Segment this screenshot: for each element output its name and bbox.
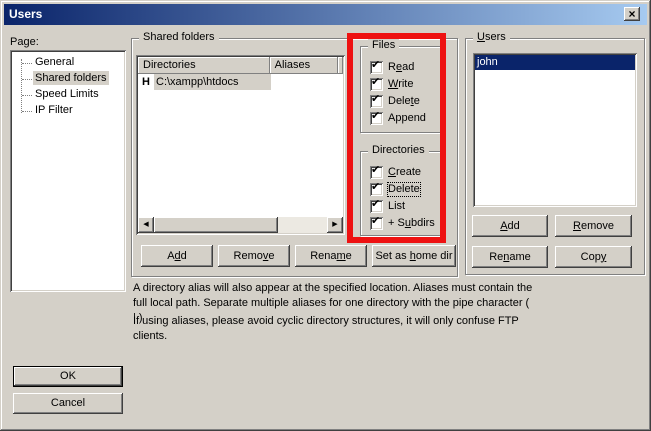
close-icon: ×	[628, 7, 635, 21]
checkbox-label-list: List	[388, 200, 405, 213]
checkbox-row-create[interactable]: ✔ Create	[370, 165, 421, 179]
checkbox-list[interactable]: ✔	[370, 200, 383, 213]
sidebar-item-general[interactable]: General	[13, 55, 123, 71]
checkbox-row-append[interactable]: ✔ Append	[370, 111, 426, 125]
check-icon: ✔	[371, 59, 380, 72]
home-indicator: H	[138, 74, 154, 90]
close-button[interactable]: ×	[624, 7, 640, 21]
copy-user-button[interactable]: Copy	[555, 246, 632, 268]
sidebar-item-ip-filter[interactable]: IP Filter	[13, 103, 123, 119]
column-header-directories[interactable]: Directories	[138, 57, 270, 74]
remove-user-button[interactable]: Remove	[555, 215, 632, 237]
users-group-label: Users	[473, 31, 510, 44]
rename-user-button[interactable]: Rename	[472, 246, 548, 268]
user-row-john[interactable]: john	[475, 55, 635, 70]
shared-folders-group-label: Shared folders	[139, 31, 219, 44]
cyclic-info-text: If using aliases, please avoid cyclic di…	[133, 314, 533, 344]
scrollbar-thumb[interactable]	[154, 217, 278, 233]
checkbox-row-write[interactable]: ✔ Write	[370, 77, 413, 91]
checkbox-label-write: Write	[388, 78, 413, 91]
checkbox-delete-file[interactable]: ✔	[370, 95, 383, 108]
directories-group-label: Directories	[368, 144, 429, 157]
column-header-aliases[interactable]: Aliases	[270, 57, 338, 74]
checkbox-label-subdirs: + Subdirs	[388, 217, 435, 230]
tree-item-label: Speed Limits	[33, 87, 101, 101]
checkbox-delete-dir[interactable]: ✔	[370, 183, 383, 196]
checkbox-read[interactable]: ✔	[370, 61, 383, 74]
checkbox-row-subdirs[interactable]: ✔ + Subdirs	[370, 216, 435, 230]
checkbox-create[interactable]: ✔	[370, 166, 383, 179]
check-icon: ✔	[371, 181, 380, 194]
sidebar-item-speed-limits[interactable]: Speed Limits	[13, 87, 123, 103]
titlebar: Users ×	[4, 4, 647, 25]
checkbox-label-delete-file: Delete	[388, 95, 420, 108]
sidebar-item-shared-folders[interactable]: Shared folders	[13, 71, 123, 87]
scroll-right-button[interactable]: ▶	[327, 217, 343, 233]
page-label: Page:	[10, 36, 39, 48]
check-icon: ✔	[371, 198, 380, 211]
files-permissions-group: Files ✔ Read ✔ Write ✔ Delete ✔ Append	[360, 46, 445, 133]
horizontal-scrollbar[interactable]: ◀ ▶	[138, 217, 343, 233]
check-icon: ✔	[371, 215, 380, 228]
checkbox-label-append: Append	[388, 112, 426, 125]
users-dialog: Users × Page: General Shared folders Spe…	[0, 0, 651, 431]
page-tree[interactable]: General Shared folders Speed Limits IP F…	[10, 50, 126, 292]
files-group-label: Files	[368, 39, 399, 52]
check-icon: ✔	[371, 93, 380, 106]
list-header: Directories Aliases	[138, 57, 343, 74]
directories-permissions-group: Directories ✔ Create ✔ Delete ✔ List ✔ +…	[360, 151, 445, 236]
checkbox-write[interactable]: ✔	[370, 78, 383, 91]
tree-item-label: General	[33, 55, 76, 69]
check-icon: ✔	[371, 164, 380, 177]
window-title: Users	[9, 4, 42, 25]
scroll-right-icon: ▶	[332, 221, 337, 228]
checkbox-append[interactable]: ✔	[370, 112, 383, 125]
directory-path: C:\xampp\htdocs	[154, 74, 271, 90]
add-directory-button[interactable]: Add	[141, 245, 213, 267]
checkbox-label-delete-dir: Delete	[388, 183, 420, 196]
check-icon: ✔	[371, 76, 380, 89]
column-header-filler	[338, 57, 343, 74]
checkbox-row-delete-dir[interactable]: ✔ Delete	[370, 182, 420, 196]
tree-item-label: IP Filter	[33, 103, 75, 117]
users-listbox[interactable]: john	[473, 53, 637, 207]
rename-directory-button[interactable]: Rename	[295, 245, 367, 267]
checkbox-subdirs[interactable]: ✔	[370, 217, 383, 230]
remove-directory-button[interactable]: Remove	[218, 245, 290, 267]
scroll-left-button[interactable]: ◀	[138, 217, 154, 233]
set-as-home-dir-button[interactable]: Set as home dir	[372, 245, 456, 267]
tree-item-label-selected: Shared folders	[33, 71, 109, 85]
checkbox-row-list[interactable]: ✔ List	[370, 199, 405, 213]
add-user-button[interactable]: Add	[472, 215, 548, 237]
check-icon: ✔	[371, 110, 380, 123]
checkbox-label-read: Read	[388, 61, 414, 74]
directories-listview[interactable]: Directories Aliases H C:\xampp\htdocs ◀ …	[136, 55, 345, 235]
directory-row[interactable]: H C:\xampp\htdocs	[138, 74, 271, 90]
checkbox-label-create: Create	[388, 166, 421, 179]
checkbox-row-read[interactable]: ✔ Read	[370, 60, 414, 74]
cancel-button[interactable]: Cancel	[13, 393, 123, 414]
checkbox-row-delete-file[interactable]: ✔ Delete	[370, 94, 420, 108]
ok-button[interactable]: OK	[13, 366, 123, 387]
scroll-left-icon: ◀	[143, 221, 148, 228]
